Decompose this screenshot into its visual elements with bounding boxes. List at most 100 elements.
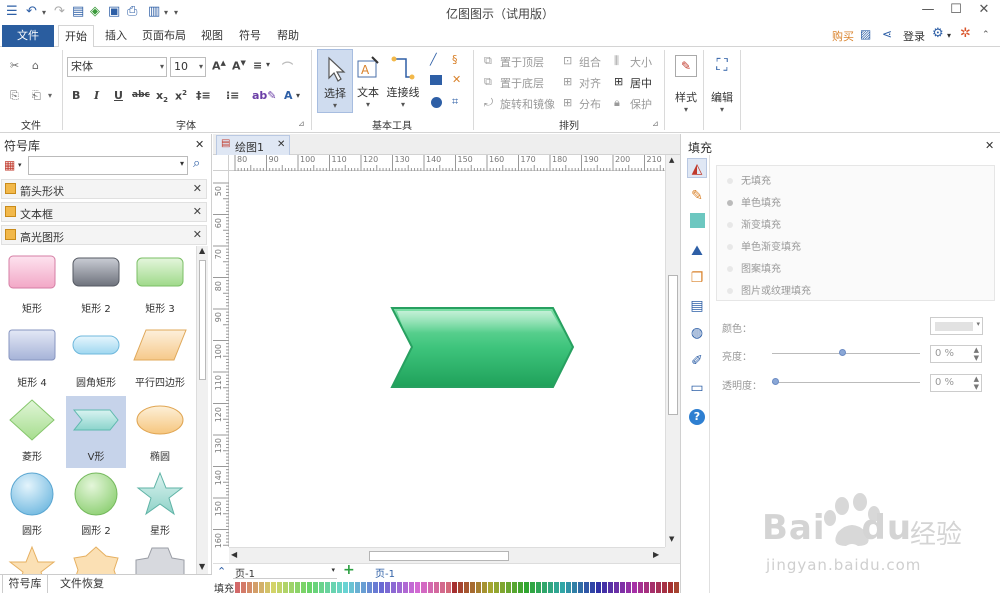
ellipse-tool-icon[interactable] xyxy=(431,97,442,108)
close-category-icon[interactable]: ✕ xyxy=(193,182,202,195)
search-icon[interactable]: ⌕ xyxy=(193,156,200,171)
spinner-icon[interactable]: ▲ ▼ xyxy=(974,346,979,362)
italic-icon[interactable]: I xyxy=(94,89,99,102)
text-tool-button[interactable]: A 文本 ▾ xyxy=(350,49,386,113)
rotate-icon[interactable]: ⤾ xyxy=(484,96,493,110)
attachment-tab-icon[interactable]: ✐ xyxy=(687,351,707,371)
brightness-slider[interactable] xyxy=(772,349,920,356)
tab-symbols[interactable]: 符号 xyxy=(234,25,266,47)
fill-option-solid[interactable]: 单色填充 xyxy=(727,194,781,209)
shape-circle[interactable]: 圆形 xyxy=(2,470,62,542)
bold-icon[interactable]: B xyxy=(72,89,80,102)
highlight-icon[interactable]: ab✎ xyxy=(252,89,277,102)
brightness-slider-handle[interactable] xyxy=(839,349,847,356)
scroll-left-icon[interactable]: ◀ xyxy=(231,550,237,559)
distribute-icon[interactable]: ⊞ xyxy=(563,96,572,109)
center-button[interactable]: 居中 xyxy=(630,75,652,91)
settings-gear-icon[interactable]: ⚙ xyxy=(932,26,944,41)
superscript-icon[interactable]: x2 xyxy=(175,89,187,103)
font-size-select[interactable]: 10 ▾ xyxy=(170,57,206,77)
fill-option-pattern[interactable]: 图案填充 xyxy=(727,260,781,275)
subscript-icon[interactable]: x2 xyxy=(156,89,168,104)
copy-icon[interactable]: ⎘ xyxy=(10,89,19,103)
theme-icon[interactable]: ✲ xyxy=(960,26,971,41)
settings-dropdown-icon[interactable]: ▾ xyxy=(947,31,951,40)
send-back-icon[interactable]: ⧉ xyxy=(484,75,492,89)
rectangle-tool-icon[interactable] xyxy=(430,75,442,85)
select-tool-button[interactable]: 选择 ▾ xyxy=(317,49,353,113)
library-menu-icon[interactable]: ▦ xyxy=(4,158,15,172)
paste-dropdown-icon[interactable]: ▾ xyxy=(48,91,52,100)
page-select[interactable]: 页-1 ▾ xyxy=(233,564,337,580)
image-icon[interactable]: ▨ xyxy=(860,27,871,41)
drawing-canvas[interactable] xyxy=(229,171,665,547)
center-icon[interactable]: ⊞ xyxy=(614,75,623,88)
page-tab[interactable]: 页-1 xyxy=(375,565,395,580)
protect-icon[interactable]: 🔒︎ xyxy=(614,96,620,110)
shape-rounded-rectangle[interactable]: 圆角矩形 xyxy=(66,322,126,394)
text-align-icon[interactable]: ≡ xyxy=(253,59,262,72)
tab-symbol-library[interactable]: 符号库 xyxy=(2,575,48,593)
layers-tab-icon[interactable]: ❐ xyxy=(687,268,707,288)
shape-rectangle-4[interactable]: 矩形 4 xyxy=(2,322,62,394)
size-icon[interactable]: ⫼ xyxy=(614,54,619,68)
curve-tool-icon[interactable]: § xyxy=(452,53,458,66)
category-highlight-shapes[interactable]: 高光图形 ✕ xyxy=(1,225,207,245)
add-page-icon[interactable]: + xyxy=(343,562,355,578)
line-spacing-icon[interactable]: ‡≡ xyxy=(196,89,211,102)
shape-rectangle[interactable]: 矩形 xyxy=(2,248,62,320)
login-link[interactable]: 登录 xyxy=(903,28,925,44)
font-dialog-launcher-icon[interactable]: ⊿ xyxy=(298,119,305,128)
align-icon[interactable]: ⊞ xyxy=(563,75,572,88)
page-tab-icon[interactable]: ▤ xyxy=(687,296,707,316)
distribute-button[interactable]: 分布 xyxy=(579,96,601,112)
tab-page-layout[interactable]: 页面布局 xyxy=(138,25,190,47)
image-tab-icon[interactable]: ⛰ xyxy=(687,241,707,261)
spinner-icon[interactable]: ▲ ▼ xyxy=(974,375,979,391)
fill-option-none[interactable]: 无填充 xyxy=(727,172,771,187)
library-menu-dropdown-icon[interactable]: ▾ xyxy=(18,161,22,169)
shape-star-partial[interactable] xyxy=(2,544,62,574)
category-text-box[interactable]: 文本框 ✕ xyxy=(1,202,207,222)
shape-ellipse[interactable]: 椭圆 xyxy=(130,396,190,468)
strikethrough-icon[interactable]: abc xyxy=(132,90,150,100)
underline-icon[interactable]: U xyxy=(114,89,123,102)
chevron-up-icon[interactable]: ⌃ xyxy=(217,565,226,578)
grow-font-icon[interactable]: A▲ xyxy=(212,59,226,73)
align-button[interactable]: 对齐 xyxy=(579,75,601,91)
canvas-horizontal-scrollbar[interactable]: ◀ ▶ xyxy=(229,547,665,563)
shape-rectangle-2[interactable]: 矩形 2 xyxy=(66,248,126,320)
shadow-tab-icon[interactable] xyxy=(687,213,707,233)
color-picker[interactable]: ▾ xyxy=(930,317,983,335)
close-panel-icon[interactable]: ✕ xyxy=(985,139,994,152)
shape-seal-partial[interactable] xyxy=(66,544,126,574)
line-tab-icon[interactable]: ✎ xyxy=(687,186,707,206)
close-category-icon[interactable]: ✕ xyxy=(193,205,202,218)
brightness-input[interactable]: 0 % ▲ ▼ xyxy=(930,345,982,363)
scroll-down-icon[interactable]: ▼ xyxy=(199,562,205,571)
rotate-mirror-button[interactable]: 旋转和镜像 xyxy=(500,96,555,112)
tab-help[interactable]: 帮助 xyxy=(272,25,304,47)
cross-tool-icon[interactable]: ✕ xyxy=(452,73,461,86)
font-color-dropdown-icon[interactable]: ▾ xyxy=(296,91,300,100)
connector-tool-button[interactable]: 连接线 ▾ xyxy=(383,49,423,113)
format-painter-icon[interactable]: ⌂ xyxy=(32,59,39,72)
maximize-icon[interactable]: ☐ xyxy=(942,2,970,17)
comment-tab-icon[interactable]: ▭ xyxy=(687,378,707,398)
tab-file[interactable]: 文件 xyxy=(2,25,54,47)
tab-view[interactable]: 视图 xyxy=(196,25,228,47)
transparency-slider[interactable] xyxy=(772,378,920,385)
buy-link[interactable]: 购买 xyxy=(832,28,854,44)
font-name-select[interactable]: 宋体 ▾ xyxy=(67,57,167,77)
size-button[interactable]: 大小 xyxy=(630,54,652,70)
scroll-up-icon[interactable]: ▲ xyxy=(199,246,205,255)
shape-rectangle-3[interactable]: 矩形 3 xyxy=(130,248,190,320)
bullets-icon[interactable]: ⁝≡ xyxy=(226,89,239,102)
scroll-right-icon[interactable]: ▶ xyxy=(653,550,659,559)
scroll-down-icon[interactable]: ▼ xyxy=(669,535,674,543)
minimize-icon[interactable]: — xyxy=(914,2,942,17)
fill-option-mono-gradient[interactable]: 单色渐变填充 xyxy=(727,238,801,253)
color-palette[interactable] xyxy=(235,582,681,593)
close-document-icon[interactable]: ✕ xyxy=(277,139,285,150)
cut-icon[interactable]: ✂ xyxy=(10,59,19,72)
